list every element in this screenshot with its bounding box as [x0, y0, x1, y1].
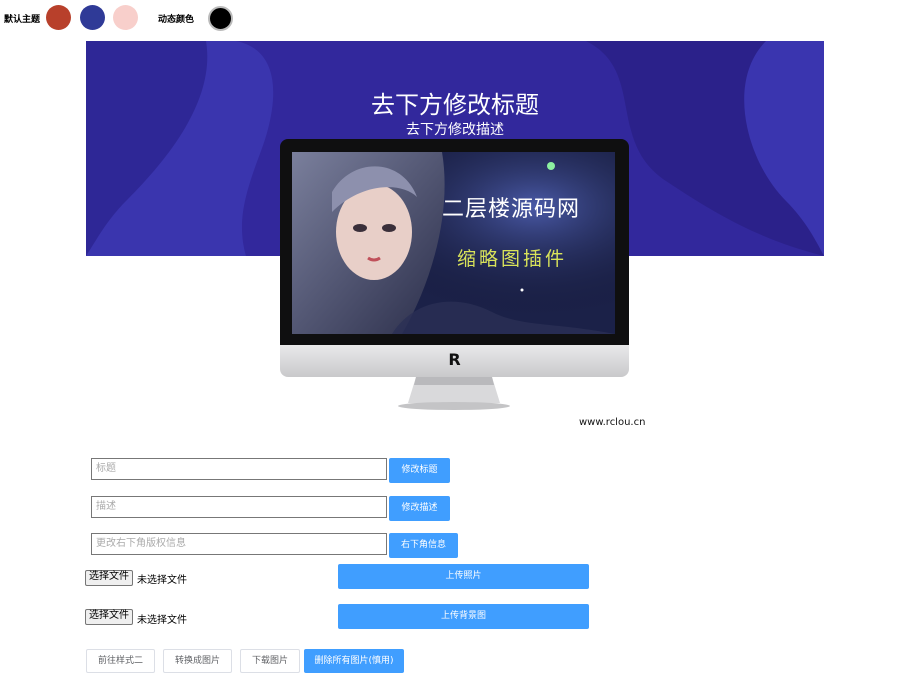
go-style-two-button[interactable]: 前往样式二 [86, 649, 155, 673]
thumbnail-screen: 二层楼源码网 缩略图插件 [292, 152, 615, 334]
monitor-mockup: 二层楼源码网 缩略图插件 R [280, 139, 629, 421]
monitor-stand [398, 377, 510, 410]
convert-to-image-button[interactable]: 转换成图片 [163, 649, 232, 673]
thumbnail-subtitle: 缩略图插件 [457, 248, 568, 270]
theme-swatch-pink[interactable] [113, 5, 138, 30]
banner-description: 去下方修改描述 [406, 122, 504, 138]
download-image-button[interactable]: 下载图片 [240, 649, 300, 673]
theme-swatch-red[interactable] [46, 5, 71, 30]
thumbnail-title: 二层楼源码网 [442, 197, 581, 222]
thumbnail-artwork [292, 152, 615, 334]
site-url: www.rclou.cn [579, 417, 646, 428]
modify-title-button[interactable]: 修改标题 [389, 458, 450, 483]
default-theme-label: 默认主题 [4, 15, 41, 25]
copyright-button[interactable]: 右下角信息 [389, 533, 458, 558]
upload-photo-button[interactable]: 上传照片 [338, 564, 589, 589]
banner-title: 去下方修改标题 [371, 91, 539, 119]
photo-file-status: 未选择文件 [137, 575, 187, 586]
modify-description-button[interactable]: 修改描述 [389, 496, 450, 521]
dynamic-color-picker[interactable] [208, 6, 233, 31]
upload-background-button[interactable]: 上传背景图 [338, 604, 589, 629]
description-input[interactable]: 描述 [91, 496, 387, 518]
choose-photo-file-button[interactable]: 选择文件 [85, 570, 133, 586]
theme-swatch-blue[interactable] [80, 5, 105, 30]
monitor-logo: R [448, 350, 461, 369]
delete-all-images-button[interactable]: 删除所有图片(慎用) [304, 649, 404, 673]
dynamic-color-label: 动态颜色 [158, 15, 195, 25]
copyright-input[interactable]: 更改右下角版权信息 [91, 533, 387, 555]
background-file-status: 未选择文件 [137, 615, 187, 626]
choose-background-file-button[interactable]: 选择文件 [85, 609, 133, 625]
title-input[interactable]: 标题 [91, 458, 387, 480]
